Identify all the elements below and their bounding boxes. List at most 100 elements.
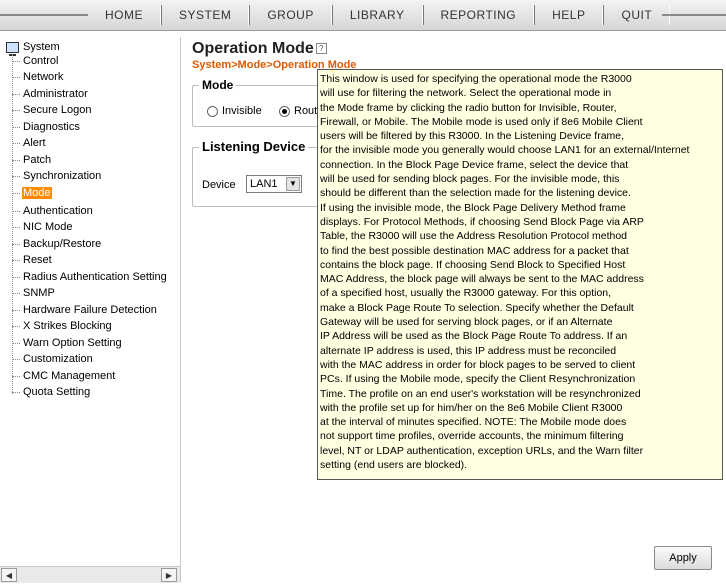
radio-router[interactable] (279, 105, 290, 117)
help-tooltip: This window is used for specifying the o… (317, 69, 723, 480)
sidebar-item-alert[interactable]: Alert (12, 135, 47, 151)
sidebar-item-label: Control (23, 55, 59, 67)
sidebar-item-snmp[interactable]: SNMP (12, 285, 56, 301)
nav-divider-right (662, 14, 726, 16)
tooltip-line: If using the invisible mode, the Block P… (320, 201, 626, 214)
sidebar-item-customization[interactable]: Customization (12, 351, 94, 367)
listening-device-frame: Listening Device Device LAN1 ▼ (192, 139, 324, 207)
tooltip-line: level, NT or LDAP authentication, except… (320, 444, 644, 457)
nav-menu: HOME SYSTEM GROUP LIBRARY REPORTING HELP… (88, 5, 671, 25)
sidebar-item-mode[interactable]: Mode (12, 185, 52, 201)
tooltip-line: contains the block page. If choosing Sen… (320, 258, 626, 271)
mode-option-router[interactable]: Rout (279, 105, 317, 117)
tooltip-line: at the interval of minutes specified. NO… (320, 416, 627, 429)
tooltip-line: will use for filtering the network. Sele… (320, 87, 612, 100)
sidebar-item-label: SNMP (23, 287, 55, 299)
sidebar-item-nic-mode[interactable]: NIC Mode (12, 219, 74, 235)
nav-quit[interactable]: QUIT (603, 5, 671, 25)
tooltip-line: Time. The profile on an end user's works… (320, 387, 641, 400)
sidebar-tree: System Control Network Administrator Sec… (0, 37, 181, 583)
tooltip-line: not support time profiles, override acco… (320, 430, 624, 443)
sidebar-item-reset[interactable]: Reset (12, 252, 53, 268)
tooltip-line: make a Block Page Route To selection. Sp… (320, 301, 634, 314)
sidebar-item-label: CMC Management (23, 370, 116, 382)
nav-reporting[interactable]: REPORTING (422, 5, 535, 25)
help-icon[interactable]: ? (315, 43, 327, 55)
sidebar-item-cmc-management[interactable]: CMC Management (12, 368, 116, 384)
nav-help[interactable]: HELP (534, 5, 604, 25)
nav-library[interactable]: LIBRARY (331, 5, 423, 25)
sidebar-item-x-strikes-blocking[interactable]: X Strikes Blocking (12, 318, 113, 334)
sidebar-item-label: Synchronization (23, 170, 102, 182)
tooltip-line: for the invisible mode you generally wou… (320, 144, 690, 157)
sidebar-item-secure-logon[interactable]: Secure Logon (12, 102, 93, 118)
sidebar-item-label: Alert (23, 137, 46, 149)
page-title-text: Operation Mode (192, 40, 314, 57)
radio-invisible[interactable] (207, 105, 218, 117)
sidebar-item-label: Authentication (23, 205, 93, 217)
tooltip-line: displays. For Protocol Methods, if choos… (320, 215, 644, 228)
tooltip-line: IP Address will be used as the Block Pag… (320, 330, 628, 343)
sidebar-item-network[interactable]: Network (12, 69, 64, 85)
mode-frame: Mode Invisible Rout (192, 78, 324, 127)
sidebar-item-label: Reset (23, 254, 52, 266)
device-select-value: LAN1 (250, 178, 278, 190)
sidebar-item-label: Quota Setting (23, 386, 91, 398)
nav-divider-left (0, 14, 88, 16)
radio-router-label: Rout (294, 105, 318, 117)
computer-icon (6, 41, 19, 56)
sidebar-item-label: Radius Authentication Setting (23, 271, 167, 283)
listening-device-legend: Listening Device (199, 139, 309, 154)
sidebar-item-hardware-failure-detection[interactable]: Hardware Failure Detection (12, 302, 158, 318)
device-select[interactable]: LAN1 ▼ (246, 175, 302, 193)
tooltip-line: the Mode frame by clicking the radio but… (320, 101, 617, 114)
tooltip-line: Table, the R3000 will use the Address Re… (320, 230, 628, 243)
sidebar-item-backup-restore[interactable]: Backup/Restore (12, 236, 102, 252)
sidebar-horizontal-scrollbar[interactable]: ◀ ▶ (0, 566, 180, 583)
tooltip-line: with the MAC address in order for block … (320, 358, 636, 371)
sidebar-item-label: Mode (22, 187, 52, 199)
sidebar-item-label: Administrator (23, 88, 88, 100)
sidebar-item-label: X Strikes Blocking (23, 320, 112, 332)
sidebar-item-quota-setting[interactable]: Quota Setting (12, 384, 91, 400)
sidebar-item-label: Customization (23, 353, 93, 365)
tooltip-line: alternate IP address is used, this IP ad… (320, 344, 617, 357)
tooltip-line: to find the best possible destination MA… (320, 244, 629, 257)
tooltip-line: with the profile set up for him/her on t… (320, 401, 623, 414)
tooltip-line: will be used for sending block pages. Fo… (320, 173, 620, 186)
sidebar-item-diagnostics[interactable]: Diagnostics (12, 119, 81, 135)
tooltip-line: connection. In the Block Page Device fra… (320, 158, 629, 171)
scroll-right-arrow-icon[interactable]: ▶ (161, 568, 177, 582)
mode-legend: Mode (199, 78, 237, 92)
tree-root-system[interactable]: System (6, 40, 60, 56)
nav-system[interactable]: SYSTEM (161, 5, 250, 25)
sidebar-item-label: Network (23, 71, 64, 83)
sidebar-item-administrator[interactable]: Administrator (12, 86, 89, 102)
sidebar-item-label: Diagnostics (23, 121, 80, 133)
tooltip-line: This window is used for specifying the o… (320, 73, 632, 85)
sidebar-item-radius-authentication-setting[interactable]: Radius Authentication Setting (12, 269, 168, 285)
radio-invisible-label: Invisible (222, 105, 262, 117)
dropdown-arrow-icon[interactable]: ▼ (286, 177, 300, 191)
top-nav-bar: HOME SYSTEM GROUP LIBRARY REPORTING HELP… (0, 0, 726, 31)
tooltip-line: should be different than the selection m… (320, 187, 631, 200)
mode-option-invisible[interactable]: Invisible (207, 105, 262, 117)
apply-button[interactable]: Apply (654, 546, 712, 570)
nav-group[interactable]: GROUP (249, 5, 332, 25)
nav-home[interactable]: HOME (88, 5, 161, 25)
sidebar-item-control[interactable]: Control (12, 53, 59, 69)
sidebar-item-label: Warn Option Setting (23, 337, 122, 349)
tooltip-line: of a specified host, usually the R3000 g… (320, 287, 612, 300)
sidebar-item-label: Backup/Restore (23, 238, 102, 250)
tooltip-line: users will be filtered by this R3000. In… (320, 130, 625, 143)
scroll-left-arrow-icon[interactable]: ◀ (1, 568, 17, 582)
page-title: Operation Mode? (192, 40, 327, 58)
tooltip-line: Firewall, or Mobile. The Mobile mode is … (320, 115, 643, 128)
tooltip-line: MAC Address, the block page will always … (320, 273, 644, 286)
sidebar-item-authentication[interactable]: Authentication (12, 203, 94, 219)
sidebar-item-warn-option-setting[interactable]: Warn Option Setting (12, 335, 123, 351)
sidebar-item-label: NIC Mode (23, 221, 73, 233)
sidebar-item-synchronization[interactable]: Synchronization (12, 168, 102, 184)
sidebar-item-patch[interactable]: Patch (12, 152, 52, 168)
tree-root-label: System (23, 41, 60, 53)
